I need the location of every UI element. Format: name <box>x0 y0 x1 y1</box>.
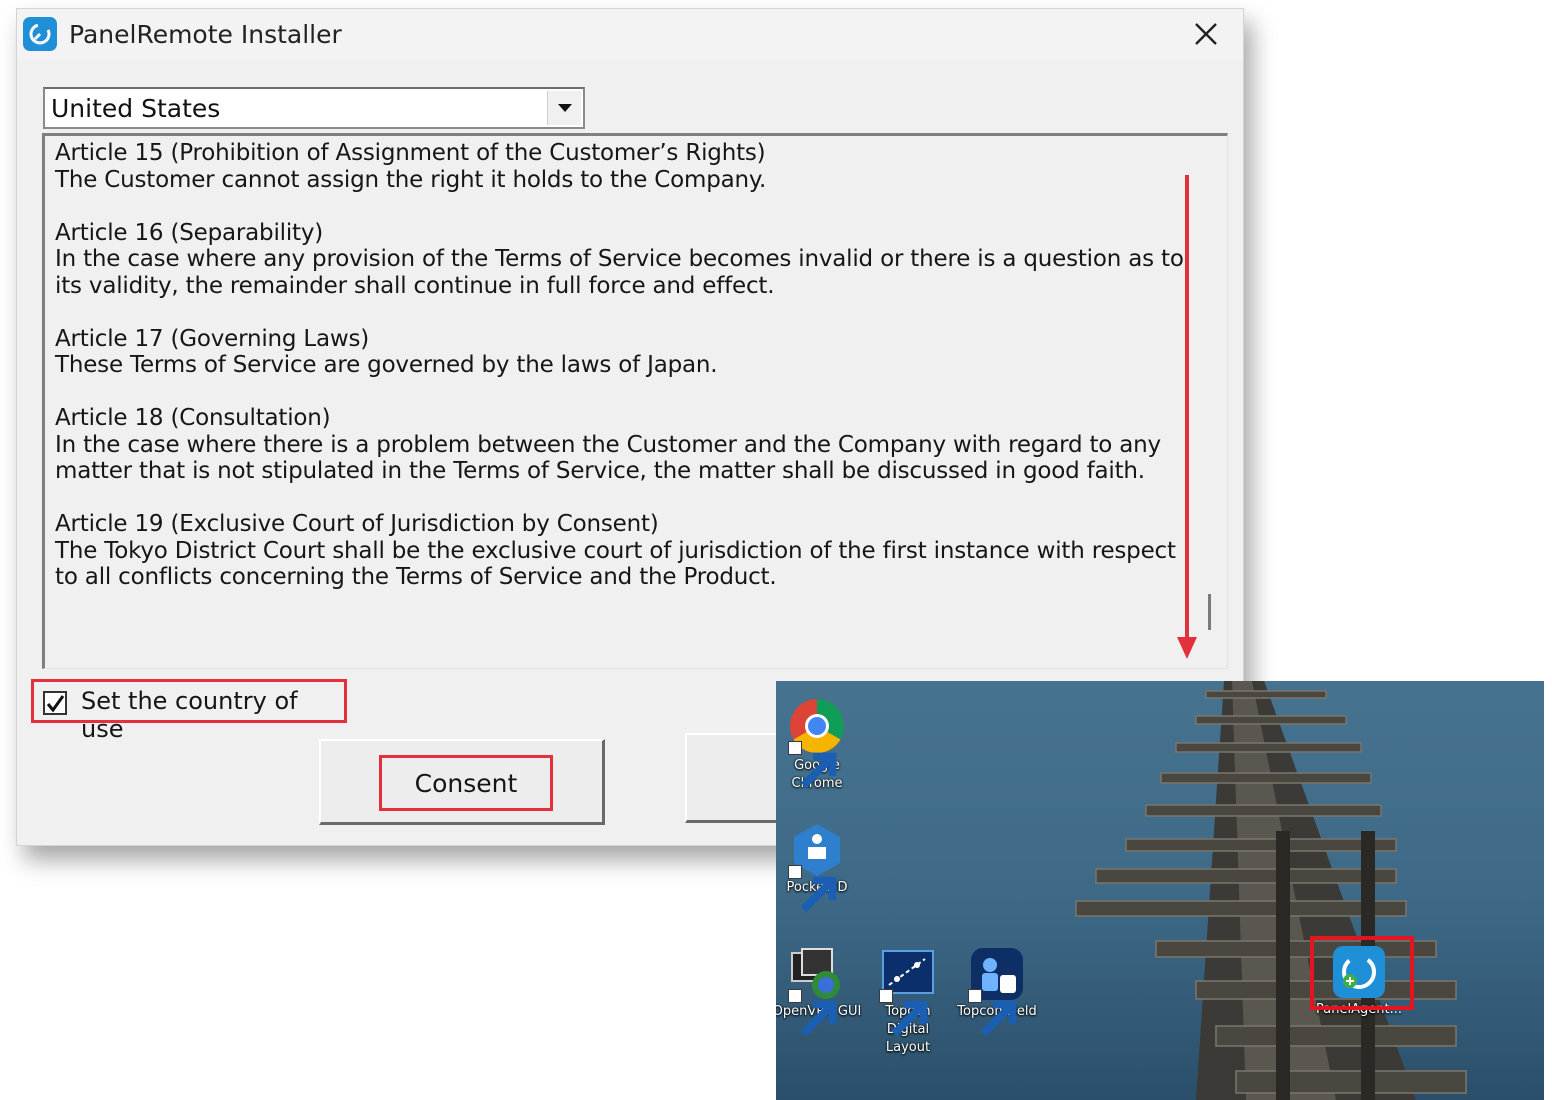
desktop-icon-pocket3d[interactable]: Pocket3D <box>776 821 865 913</box>
openvpn-icon <box>788 945 846 1037</box>
country-dropdown[interactable]: United States <box>43 87 585 129</box>
terms-text: Article 15 (Prohibition of Assignment of… <box>55 140 1185 617</box>
terms-paragraph: Article 18 (Consultation) In the case wh… <box>55 405 1161 484</box>
shortcut-arrow-icon <box>879 989 928 1037</box>
shortcut-arrow-icon <box>788 865 837 913</box>
shortcut-arrow-icon <box>788 989 837 1037</box>
panelremote-logo-icon <box>23 17 57 51</box>
consent-button[interactable]: Consent <box>319 739 605 825</box>
terms-paragraph: Article 17 (Governing Laws) These Terms … <box>55 325 718 379</box>
terms-textbox[interactable]: Article 15 (Prohibition of Assignment of… <box>42 133 1228 669</box>
topcon-field-icon <box>968 945 1026 1037</box>
scroll-down-arrow-annotation <box>1177 175 1197 659</box>
desktop-icon-chrome[interactable]: Google Chrome <box>776 697 865 793</box>
desktop-icon-openvpn[interactable]: OpenVPN GUI <box>776 945 865 1037</box>
window-title: PanelRemote Installer <box>69 20 342 49</box>
title-bar[interactable]: PanelRemote Installer <box>17 9 1243 61</box>
set-country-checkbox-highlight: Set the country of use <box>31 679 347 743</box>
set-country-label[interactable]: Set the country of use <box>81 687 344 743</box>
country-dropdown-value: United States <box>51 94 221 123</box>
set-country-checkbox[interactable] <box>43 691 67 715</box>
consent-button-highlight: Consent <box>379 755 553 811</box>
shortcut-arrow-icon <box>968 989 1017 1037</box>
terms-article-16: Article 16 (Separability) In the case wh… <box>55 220 1185 300</box>
close-icon[interactable] <box>1191 19 1221 49</box>
terms-article-19: Article 19 (Exclusive Court of Jurisdict… <box>55 511 1185 591</box>
terms-paragraph: Article 16 (Separability) In the case wh… <box>55 219 1184 299</box>
chrome-icon <box>788 697 846 789</box>
desktop-icon-topcon-digital-layout[interactable]: Topcon Digital Layout <box>860 945 956 1057</box>
checkmark-icon <box>46 695 65 713</box>
terms-article-17: Article 17 (Governing Laws) These Terms … <box>55 326 1185 379</box>
shortcut-arrow-icon <box>788 741 837 789</box>
desktop-icon-topcon-field[interactable]: Topcon Field <box>949 945 1045 1037</box>
terms-paragraph: Article 15 (Prohibition of Assignment of… <box>55 140 767 193</box>
scrollbar-thumb[interactable] <box>1208 594 1211 630</box>
desktop-screenshot: Google Chrome Pocket3D OpenVPN GUI Topco… <box>776 681 1544 1100</box>
terms-paragraph: Article 19 (Exclusive Court of Jurisdict… <box>55 511 1176 590</box>
consent-button-label: Consent <box>414 768 518 798</box>
terms-article-15: Article 15 (Prohibition of Assignment of… <box>55 140 1185 193</box>
topcon-layout-icon <box>879 945 937 1037</box>
chevron-down-icon[interactable] <box>547 91 581 125</box>
terms-article-18: Article 18 (Consultation) In the case wh… <box>55 405 1185 485</box>
panelagent-highlight <box>1310 936 1414 1010</box>
pocket3d-icon <box>788 821 846 913</box>
